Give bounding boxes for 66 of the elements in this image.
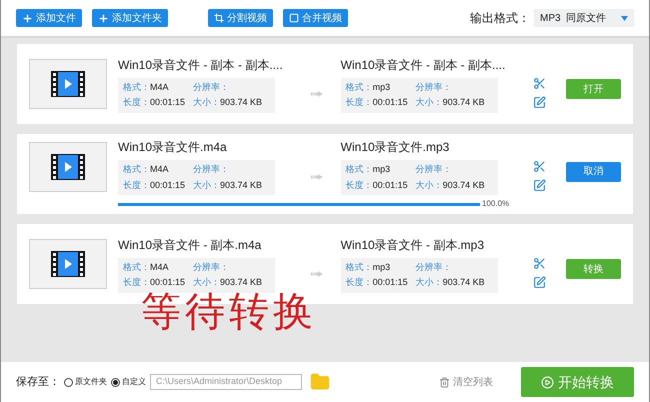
duration-info: 长度：00:01:15	[123, 178, 186, 192]
video-file-icon	[51, 71, 85, 97]
resolution-label: 分辨率：	[416, 260, 453, 274]
file-name: Win10录音文件 - 副本.mp3	[340, 236, 486, 254]
file-name: Win10录音文件 - 副本 - 副本....	[340, 56, 506, 74]
crop-icon	[214, 13, 224, 23]
square-icon	[289, 13, 299, 23]
plus-icon	[98, 12, 109, 24]
duration-info: 长度：00:01:15	[123, 276, 186, 289]
annotation: 等待转换	[141, 292, 317, 332]
size-info: 大小：903.74 KB	[193, 178, 264, 192]
arrow-icon	[311, 90, 323, 98]
action-button[interactable]: 打开	[566, 79, 621, 99]
format-info: 格式：M4A	[123, 260, 170, 274]
duration-info: 长度：00:01:15	[346, 276, 409, 289]
radio-option[interactable]: 原文件夹	[64, 376, 107, 388]
dropdown-arrow-icon	[621, 16, 628, 20]
file-name: Win10录音文件.m4a	[118, 139, 228, 156]
resolution-label: 分辨率：	[193, 260, 230, 274]
duration-info: 长度：00:01:15	[346, 178, 409, 192]
save-label: 保存至：	[16, 374, 60, 390]
duration-info: 长度：00:01:15	[123, 96, 186, 109]
arrow-icon	[311, 270, 323, 278]
scissors-icon[interactable]	[532, 160, 546, 172]
resolution-label: 分辨率：	[193, 80, 230, 94]
file-name: Win10录音文件 - 副本 - 副本....	[118, 56, 284, 74]
arrow-icon	[311, 172, 323, 180]
toolbar-button[interactable]: 分割视频	[208, 9, 273, 27]
format-label: 输出格式：	[470, 10, 530, 27]
scissors-icon[interactable]	[532, 77, 546, 90]
edit-icon[interactable]	[532, 96, 546, 109]
toolbar-button[interactable]: 添加文件	[16, 9, 82, 27]
format-info: 格式：mp3	[346, 163, 392, 176]
format-dropdown[interactable]: MP3 同原文件	[534, 9, 634, 27]
action-button[interactable]: 转换	[566, 259, 621, 279]
size-info: 大小：903.74 KB	[416, 96, 486, 109]
size-info: 大小：903.74 KB	[193, 276, 264, 289]
duration-info: 长度：00:01:15	[346, 96, 409, 109]
edit-icon[interactable]	[532, 276, 546, 289]
action-button[interactable]: 取消	[566, 162, 621, 182]
radio-option[interactable]: 自定义	[111, 376, 146, 388]
size-info: 大小：903.74 KB	[416, 276, 486, 289]
video-file-icon	[51, 251, 85, 277]
plus-icon	[22, 12, 33, 24]
format-info: 格式：M4A	[123, 80, 170, 94]
progress-reading: 100.0%	[482, 198, 510, 210]
size-info: 大小：903.74 KB	[193, 96, 264, 109]
resolution-label: 分辨率：	[416, 163, 453, 176]
clear-list-button[interactable]: 清空列表	[439, 374, 493, 390]
start-button[interactable]: 开始转换	[521, 367, 634, 397]
size-info: 大小：903.74 KB	[416, 178, 486, 192]
toolbar-button[interactable]: 合并视频	[283, 9, 348, 27]
trash-icon	[439, 376, 450, 388]
format-info: 格式：mp3	[346, 80, 392, 94]
file-name: Win10录音文件.mp3	[340, 139, 450, 156]
play-icon	[541, 376, 554, 388]
edit-icon[interactable]	[532, 178, 546, 192]
format-info: 格式：M4A	[123, 163, 170, 176]
resolution-label: 分辨率：	[416, 80, 453, 94]
toolbar-button[interactable]: 添加文件夹	[92, 9, 168, 27]
video-file-icon	[51, 154, 85, 180]
format-info: 格式：mp3	[346, 260, 392, 274]
path-field[interactable]: C:\Users\Administrator\Desktop	[150, 374, 302, 390]
resolution-label: 分辨率：	[193, 163, 230, 176]
scissors-icon[interactable]	[532, 257, 546, 270]
file-name: Win10录音文件 - 副本.m4a	[118, 236, 262, 254]
